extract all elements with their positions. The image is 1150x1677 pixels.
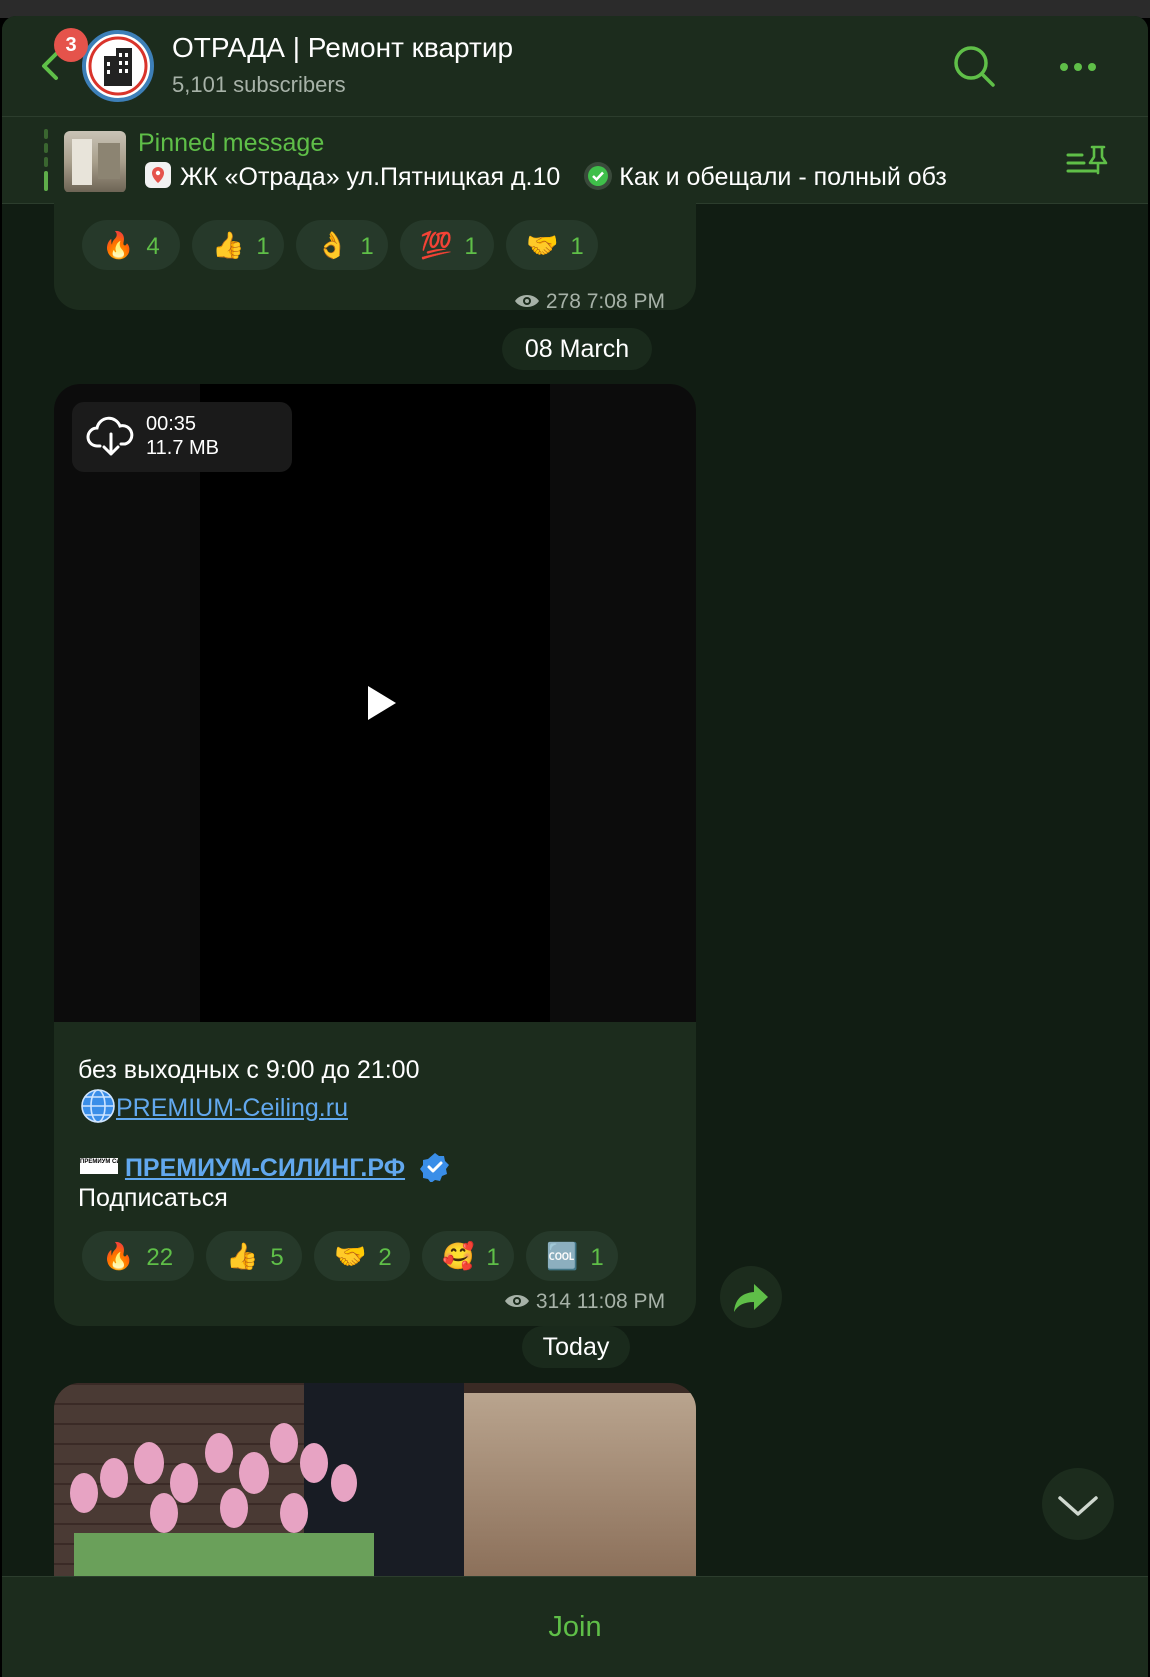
video-attachment[interactable]: 00:35 11.7 MB — [54, 384, 696, 1022]
pinned-text: ЖК «Отрада» ул.Пятницкая д.10 Как и обещ… — [144, 161, 947, 192]
subscribe-text[interactable]: Подписаться — [78, 1184, 228, 1213]
message-time: 7:08 PM — [586, 290, 665, 313]
reaction-fire[interactable]: 🔥 4 — [82, 220, 180, 270]
premium-logo: ПРЕМИУМ Силинг — [80, 1158, 118, 1174]
pinned-label: Pinned message — [138, 129, 325, 157]
reaction-handshake[interactable]: 🤝 2 — [314, 1231, 410, 1281]
reaction-thumbs-up[interactable]: 👍 5 — [206, 1231, 302, 1281]
reaction-hundred[interactable]: 💯 1 — [400, 220, 494, 270]
tulips-image — [70, 1423, 374, 1583]
join-button[interactable]: Join — [2, 1577, 1148, 1677]
pinned-thumbnail — [64, 131, 126, 193]
join-bar: Join — [2, 1576, 1148, 1677]
message-line-link1: PREMIUM-Ceiling.ru — [80, 1088, 348, 1124]
video-duration: 00:35 — [146, 413, 197, 435]
message-meta-1: 278 7:08 PM — [514, 290, 665, 314]
premium-ceiling-link[interactable]: PREMIUM-Ceiling.ru — [116, 1094, 348, 1122]
verified-badge-icon — [419, 1153, 449, 1183]
cloud-download-icon — [86, 416, 134, 456]
more-options-icon[interactable] — [1058, 60, 1098, 74]
views-eye-icon — [505, 1295, 529, 1307]
chevron-down-icon — [1058, 1496, 1098, 1516]
photo-attachment[interactable] — [54, 1383, 696, 1583]
telegram-window: 3 ОТРАДА | Ремонт квартир 5,101 subscrib… — [2, 16, 1148, 1677]
search-icon[interactable] — [952, 44, 996, 88]
pinned-text-address: ЖК «Отрада» ул.Пятницкая д.10 — [180, 163, 561, 191]
scroll-to-bottom-button[interactable] — [1042, 1468, 1114, 1540]
message-line-link2: ПРЕМИУМ Силинг ПРЕМИУМ-СИЛИНГ.РФ — [80, 1152, 450, 1183]
views-eye-icon — [515, 295, 539, 307]
subscriber-count: 5,101 subscribers — [172, 72, 346, 97]
message-meta-2: 314 11:08 PM — [504, 1290, 665, 1314]
date-separator-today: Today — [522, 1326, 630, 1368]
download-info[interactable]: 00:35 11.7 MB — [72, 402, 292, 472]
pinned-text-preview: Как и обещали - полный обз — [619, 163, 947, 191]
reaction-thumbs-up[interactable]: 👍 1 — [192, 220, 284, 270]
pinned-indicator — [44, 129, 48, 191]
channel-avatar[interactable] — [82, 30, 154, 102]
channel-title[interactable]: ОТРАДА | Ремонт квартир — [172, 32, 513, 64]
premium-rf-link[interactable]: ПРЕМИУМ-СИЛИНГ.РФ — [125, 1154, 405, 1182]
pinned-list-icon[interactable] — [1066, 143, 1110, 179]
unread-badge: 3 — [54, 28, 88, 62]
pinned-message-bar[interactable]: Pinned message ЖК «Отрада» ул.Пятницкая … — [2, 117, 1148, 204]
message-time: 11:08 PM — [576, 1290, 666, 1313]
play-icon[interactable] — [360, 683, 400, 723]
views-count: 314 — [535, 1290, 571, 1313]
chat-header: 3 ОТРАДА | Ремонт квартир 5,101 subscrib… — [2, 16, 1148, 117]
reaction-smiling-hearts[interactable]: 🥰 1 — [422, 1231, 514, 1281]
views-count: 278 — [545, 290, 581, 313]
reaction-handshake[interactable]: 🤝 1 — [506, 220, 598, 270]
building-logo-icon — [88, 36, 148, 96]
share-button[interactable] — [720, 1266, 782, 1328]
reaction-cool[interactable]: 🆒 1 — [526, 1231, 618, 1281]
reaction-fire[interactable]: 🔥 22 — [82, 1231, 194, 1281]
map-pin-icon — [145, 162, 171, 188]
check-icon — [584, 162, 613, 190]
date-separator: 08 March — [502, 328, 652, 370]
globe-icon — [81, 1089, 115, 1123]
forward-arrow-icon — [734, 1284, 768, 1312]
window-view — [464, 1393, 696, 1583]
message-line-hours: без выходных с 9:00 до 21:00 — [78, 1056, 420, 1084]
video-size: 11.7 MB — [146, 437, 219, 459]
reaction-ok-hand[interactable]: 👌 1 — [296, 220, 388, 270]
